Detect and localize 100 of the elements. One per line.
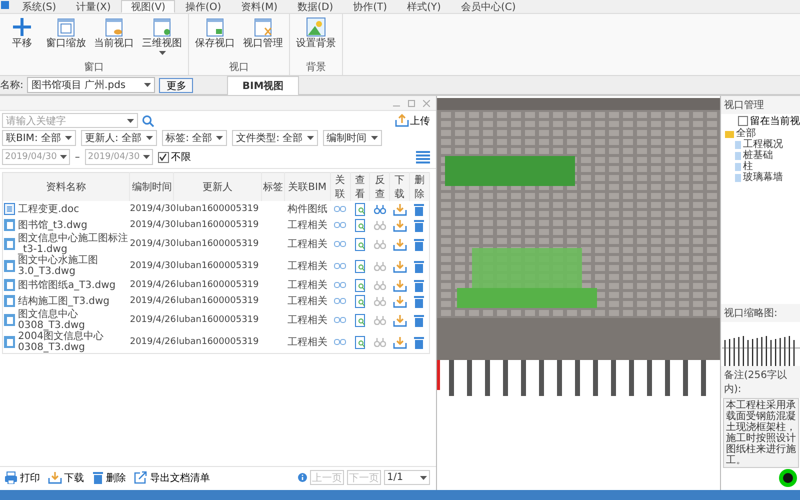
file-name[interactable]: 图文信息中心0308_T3.dwg [18, 309, 129, 331]
filter-dropdown[interactable]: 文件类型: 全部 [232, 130, 318, 146]
filter-dropdown[interactable]: 更新人: 全部 [81, 130, 157, 146]
file-name[interactable]: 结构施工图_T3.dwg [18, 296, 110, 306]
file-name[interactable]: 图书馆_t3.dwg [18, 220, 88, 230]
ribbon-button[interactable]: 窗口缩放 [42, 16, 90, 51]
file-name[interactable]: 图文信息中心施工图标注_t3-1.dwg [18, 233, 129, 255]
table-cell-text: 2019/4/26 [130, 294, 174, 308]
trash-icon[interactable] [413, 218, 426, 232]
ribbon-button[interactable]: 视口管理 [239, 16, 287, 51]
ring-icon[interactable] [778, 468, 798, 488]
tree-item[interactable]: 全部 [736, 128, 756, 139]
menu-tab[interactable]: 数据(D) [288, 0, 344, 13]
project-dropdown[interactable]: 图书馆项目 广州.pds [27, 77, 156, 93]
document-search-icon[interactable] [354, 202, 366, 216]
download-icon[interactable] [392, 314, 407, 326]
file-name[interactable]: 2004图文信息中心0308_T3.dwg [18, 331, 129, 353]
toolbar-button[interactable]: 导出文档清单 [134, 470, 210, 484]
link-icon[interactable] [334, 281, 346, 289]
document-search-icon[interactable] [354, 336, 366, 348]
binoculars-icon[interactable] [374, 315, 386, 325]
toolbar-button[interactable]: 删除 [92, 470, 126, 484]
menu-tab[interactable]: 操作(O) [175, 0, 232, 13]
menu-tab[interactable]: 样式(Y) [397, 0, 451, 13]
caret-icon [60, 155, 67, 159]
ribbon-button[interactable]: 设置背景 [292, 16, 340, 51]
binoculars-icon[interactable] [374, 337, 386, 347]
binoculars-icon[interactable] [374, 220, 386, 230]
link-icon[interactable] [334, 297, 346, 305]
ribbon-group-label: 视口 [228, 62, 250, 75]
printer-icon[interactable] [4, 471, 18, 484]
filter-dropdown[interactable]: 联BIM: 全部 [2, 130, 76, 146]
document-search-icon[interactable] [354, 314, 366, 326]
remark-field[interactable]: 本工程柱采用承载面受钢筋混凝土现浇框架柱，施工时按照设计图纸柱来进行施工。 [723, 398, 799, 468]
tree-item[interactable]: 柱 [743, 161, 753, 172]
tree-item[interactable]: 桩基础 [743, 150, 773, 161]
ribbon-button[interactable]: 当前视口 [90, 16, 138, 51]
trash-icon[interactable] [413, 238, 426, 250]
date-type-dropdown[interactable]: 编制时间 [322, 130, 382, 146]
menu-tab[interactable]: 计量(X) [66, 0, 121, 13]
close-icon[interactable] [423, 100, 430, 106]
more-button[interactable]: 更多 [159, 78, 194, 92]
binoculars-icon[interactable] [374, 261, 386, 271]
document-search-icon[interactable] [354, 294, 366, 308]
binoculars-icon[interactable] [374, 204, 386, 214]
download-icon[interactable] [392, 218, 407, 232]
download-icon[interactable] [48, 471, 62, 484]
menu-tab[interactable]: 协作(T) [343, 0, 398, 13]
menu-tab[interactable]: 系统(S) [12, 0, 66, 13]
document-search-icon[interactable] [354, 238, 366, 250]
menu-tab[interactable]: 资料(M) [231, 0, 288, 13]
menu-tab[interactable]: 会员中心(C) [450, 0, 526, 13]
trash-icon[interactable] [413, 278, 426, 292]
link-icon[interactable] [334, 240, 346, 248]
tree-item[interactable]: 玻璃幕墙 [743, 172, 783, 183]
upload-button[interactable]: 上传 [395, 114, 430, 128]
trash-icon[interactable] [413, 260, 426, 272]
toolbar-button[interactable]: 打印 [4, 470, 40, 484]
tree-item[interactable]: 工程概况 [743, 139, 783, 150]
menu-tab[interactable]: 视图(V) [120, 0, 176, 13]
link-icon[interactable] [334, 221, 346, 229]
building-model-drawing[interactable] [437, 98, 720, 398]
export-icon[interactable] [134, 471, 148, 484]
toolbar-button[interactable]: 下载 [48, 470, 84, 484]
view-tab[interactable]: BIM视图 [227, 76, 299, 94]
download-icon[interactable] [392, 202, 407, 216]
ribbon-button[interactable]: 保存视口 [191, 16, 239, 51]
link-icon[interactable] [334, 338, 346, 346]
maximize-icon[interactable] [408, 100, 415, 106]
filter-dropdown[interactable]: 标签: 全部 [162, 130, 228, 146]
list-view-icon[interactable] [416, 150, 430, 164]
link-icon[interactable] [334, 205, 346, 213]
search-icon[interactable] [142, 114, 154, 126]
document-search-icon[interactable] [354, 278, 366, 292]
document-search-icon[interactable] [354, 260, 366, 272]
binoculars-icon[interactable] [374, 280, 386, 290]
download-icon[interactable] [392, 238, 407, 250]
download-icon[interactable] [392, 336, 407, 348]
trash-icon[interactable] [413, 336, 426, 348]
trash-icon[interactable] [413, 202, 426, 216]
trash-icon[interactable] [413, 314, 426, 326]
link-icon[interactable] [334, 316, 346, 324]
download-icon[interactable] [392, 260, 407, 272]
binoculars-icon[interactable] [374, 296, 386, 306]
document-search-icon[interactable] [354, 218, 366, 232]
caret-icon [370, 136, 378, 140]
trash-icon[interactable] [92, 471, 104, 484]
unlimited-checkbox[interactable]: 不限 [158, 150, 191, 164]
file-name[interactable]: 工程变更.doc [18, 204, 80, 214]
trash-icon[interactable] [413, 294, 426, 308]
download-icon[interactable] [392, 278, 407, 292]
download-icon[interactable] [392, 294, 407, 308]
link-icon[interactable] [334, 262, 346, 270]
stay-checkbox[interactable]: 留在当前视 [737, 114, 800, 128]
file-name[interactable]: 图书馆图纸a_T3.dwg [18, 280, 116, 290]
binoculars-icon[interactable] [374, 239, 386, 249]
file-name[interactable]: 图文中心水施工图3.0_T3.dwg [18, 255, 129, 277]
ribbon-button[interactable]: 三维视图 [138, 16, 186, 56]
caret-icon [144, 83, 152, 87]
ribbon-button[interactable]: 平移 [2, 16, 42, 51]
